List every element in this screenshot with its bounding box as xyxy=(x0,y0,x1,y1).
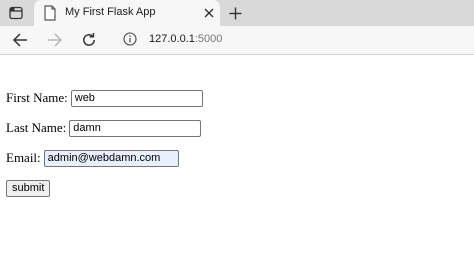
first-name-input[interactable] xyxy=(70,89,203,107)
tab-active[interactable]: My First Flask App xyxy=(34,0,220,26)
plus-icon[interactable] xyxy=(226,4,244,22)
page-content: First Name: Last Name: Email: submit xyxy=(0,55,474,261)
email-label: Email: xyxy=(6,150,41,165)
browser-toolbar: 127.0.0.1:5000 xyxy=(0,26,474,55)
close-icon[interactable] xyxy=(201,5,217,21)
url-host: 127.0.0.1 xyxy=(149,33,195,45)
email-input[interactable] xyxy=(43,149,179,167)
page-icon xyxy=(43,5,57,21)
refresh-icon[interactable] xyxy=(80,31,98,49)
tab-actions-icon[interactable] xyxy=(7,4,25,22)
last-name-label: Last Name: xyxy=(6,120,67,135)
url-text[interactable]: 127.0.0.1:5000 xyxy=(149,33,222,45)
arrow-left-icon[interactable] xyxy=(11,31,29,49)
tab-title: My First Flask App xyxy=(65,6,156,18)
first-name-label: First Name: xyxy=(6,90,68,105)
url-port: :5000 xyxy=(194,33,223,45)
address-bar[interactable]: 127.0.0.1:5000 xyxy=(111,28,471,50)
submit-button[interactable]: submit xyxy=(6,180,51,197)
last-name-input[interactable] xyxy=(69,119,202,137)
first-name-row: First Name: xyxy=(6,89,203,107)
last-name-row: Last Name: xyxy=(6,119,202,137)
browser-tab-strip: My First Flask App xyxy=(0,0,474,26)
info-icon[interactable] xyxy=(123,32,137,46)
email-row: Email: xyxy=(6,149,179,167)
arrow-right-icon[interactable] xyxy=(46,31,64,49)
